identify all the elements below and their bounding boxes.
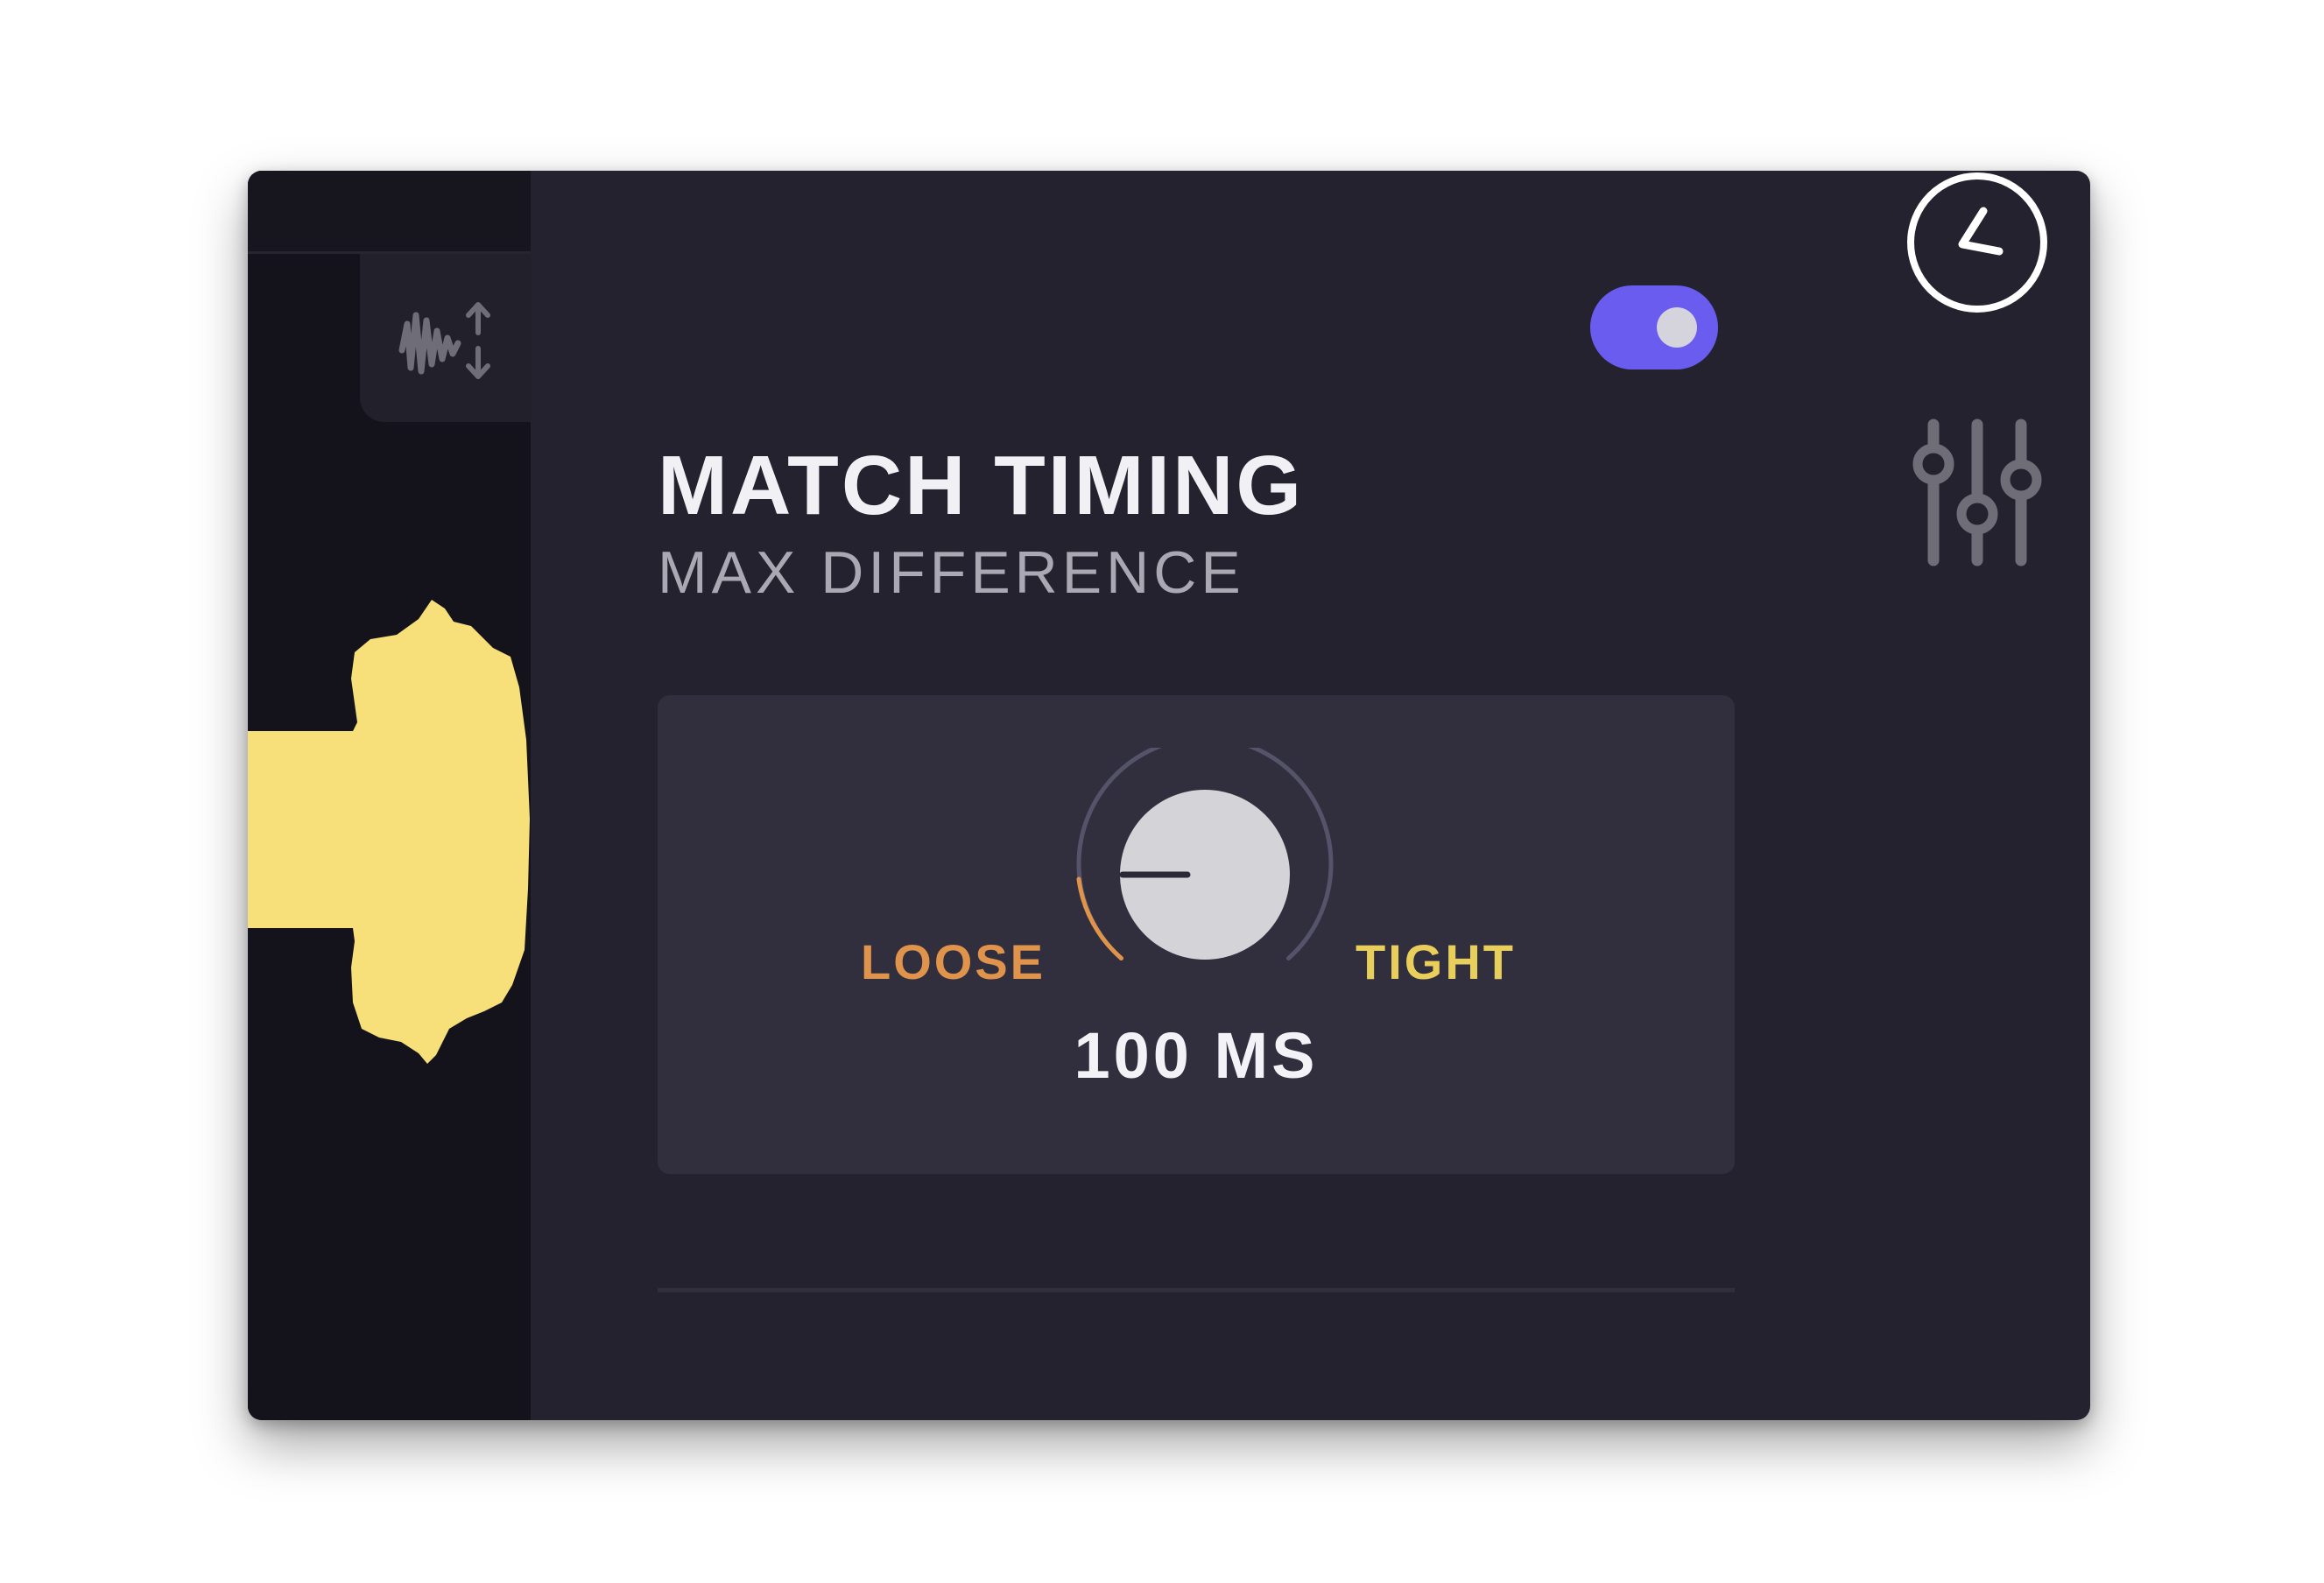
panel-title: MATCH TIMING bbox=[658, 439, 1305, 532]
clock-icon bbox=[1907, 172, 2047, 313]
toggle-knob bbox=[1657, 307, 1697, 348]
max-difference-label: MAX DIFFERENCE bbox=[658, 539, 1245, 606]
waveform-adjust-icon bbox=[398, 302, 490, 379]
knob-value-readout: 100 MS bbox=[1074, 1019, 1319, 1092]
max-difference-knob[interactable] bbox=[1074, 748, 1336, 993]
sliders-icon bbox=[1912, 419, 2042, 566]
tight-label: TIGHT bbox=[1356, 934, 1516, 989]
match-timing-toggle[interactable] bbox=[1590, 285, 1718, 369]
history-button[interactable] bbox=[1903, 171, 2052, 320]
mixer-button[interactable] bbox=[1903, 416, 2052, 573]
knob-value-arc bbox=[1076, 876, 1123, 960]
audio-waveform bbox=[248, 600, 530, 1064]
section-divider bbox=[658, 1288, 1735, 1292]
loose-label: LOOSE bbox=[861, 934, 1046, 989]
plugin-window: MATCH TIMING MAX DIFFERENCE LOOSE TIGHT … bbox=[248, 171, 2090, 1420]
track-strip-header bbox=[248, 171, 531, 254]
track-strip bbox=[248, 171, 531, 1420]
max-difference-control: LOOSE TIGHT 100 MS bbox=[658, 695, 1735, 1174]
waveform-adjust-tab[interactable] bbox=[360, 254, 531, 422]
